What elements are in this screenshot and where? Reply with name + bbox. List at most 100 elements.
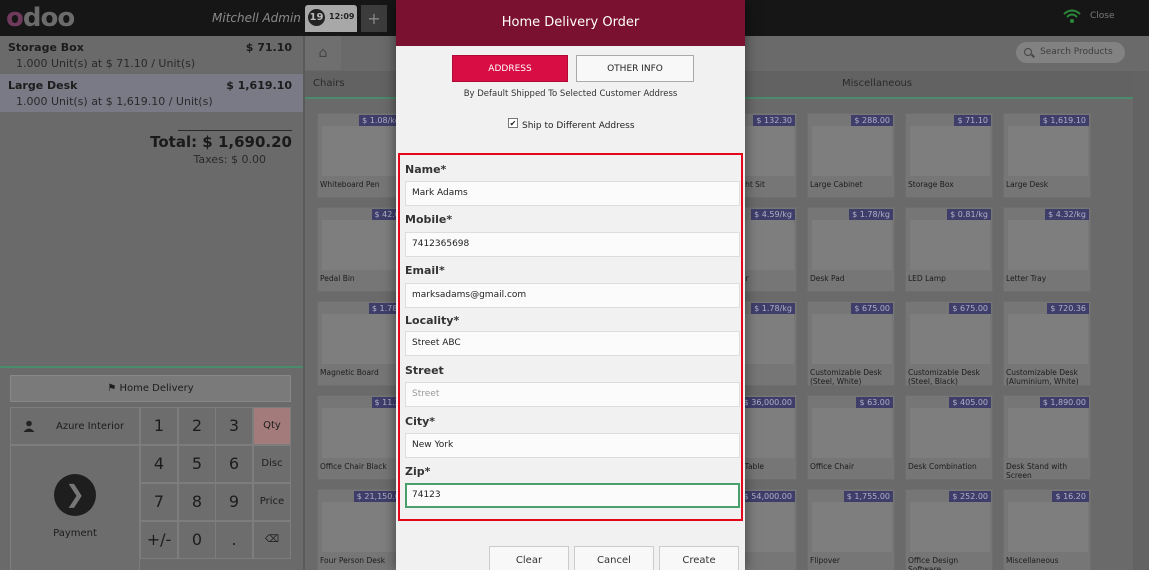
- key-7[interactable]: 7: [140, 483, 178, 521]
- zip-label: Zip*: [405, 465, 431, 478]
- tab-other-info[interactable]: OTHER INFO: [576, 55, 694, 82]
- product-price-tag: $ 63.00: [856, 397, 893, 408]
- key-3[interactable]: 3: [215, 407, 253, 445]
- clear-button[interactable]: Clear: [489, 546, 569, 570]
- product-card[interactable]: $ 4.32/kg Letter Tray: [1003, 207, 1091, 292]
- product-image: [910, 502, 990, 552]
- dialog-title: Home Delivery Order: [396, 0, 745, 46]
- customer-button[interactable]: Azure Interior: [10, 407, 140, 445]
- street-field[interactable]: Street: [405, 382, 740, 407]
- product-card[interactable]: $ 405.00 Desk Combination: [905, 395, 993, 480]
- order-line-selected[interactable]: Large Desk $ 1,619.10 1.000 Unit(s) at $…: [0, 74, 303, 112]
- backspace-button[interactable]: ⌫: [253, 521, 291, 559]
- key-6[interactable]: 6: [215, 445, 253, 483]
- product-image: [910, 408, 990, 458]
- scrollbar[interactable]: [1133, 71, 1149, 570]
- cancel-button[interactable]: Cancel: [574, 546, 654, 570]
- key-5[interactable]: 5: [178, 445, 216, 483]
- product-card[interactable]: $ 21,150.0 Four Person Desk: [317, 489, 405, 570]
- product-card[interactable]: $ 1.78/Magnetic Board: [317, 301, 405, 386]
- product-image: [322, 220, 402, 270]
- key-4[interactable]: 4: [140, 445, 178, 483]
- product-image: [1008, 408, 1088, 458]
- product-card[interactable]: $ 1,619.10 Large Desk: [1003, 113, 1091, 198]
- product-price-tag: $ 0.81/kg: [947, 209, 991, 220]
- product-name: LED Lamp: [908, 274, 946, 283]
- product-image: [812, 126, 892, 176]
- zip-field[interactable]: 74123: [405, 483, 740, 508]
- mobile-field[interactable]: 7412365698: [405, 232, 740, 257]
- product-price-tag: $ 720.36: [1047, 303, 1089, 314]
- order-line-product: Large Desk: [8, 79, 78, 92]
- ship-different-checkbox[interactable]: ✔: [508, 118, 518, 128]
- disc-button[interactable]: Disc: [253, 445, 291, 483]
- product-card[interactable]: $ 720.36 Customizable Desk (Aluminium, Wh…: [1003, 301, 1091, 386]
- order-tab[interactable]: 19 12:09: [305, 5, 357, 32]
- product-image: [812, 220, 892, 270]
- home-delivery-dialog: Home Delivery Order ADDRESS OTHER INFO B…: [396, 0, 745, 570]
- home-icon[interactable]: ⌂: [305, 36, 341, 70]
- order-summary: Total: $ 1,690.20 Taxes: $ 0.00: [150, 130, 292, 166]
- product-image: [322, 126, 402, 176]
- home-delivery-button[interactable]: ⚑ Home Delivery: [10, 375, 291, 402]
- product-name: Office Design Software: [908, 556, 959, 570]
- category-miscellaneous[interactable]: Miscellaneous: [842, 78, 912, 89]
- product-card[interactable]: $ 1.78/kg Desk Pad: [807, 207, 895, 292]
- product-name: Customizable Desk (Steel, Black): [908, 368, 980, 386]
- street-label: Street: [405, 364, 444, 377]
- default-shipping-note: By Default Shipped To Selected Customer …: [463, 89, 678, 99]
- user-icon: [23, 420, 35, 432]
- key-9[interactable]: 9: [215, 483, 253, 521]
- product-card[interactable]: $ 288.00 Large Cabinet: [807, 113, 895, 198]
- product-card[interactable]: $ 1.08/kg Whiteboard Pen: [317, 113, 405, 198]
- product-price-tag: $ 54,000.00: [740, 491, 795, 502]
- name-field[interactable]: Mark Adams: [405, 181, 740, 206]
- product-name: Pedal Bin: [320, 274, 355, 283]
- order-line[interactable]: Storage Box $ 71.10 1.000 Unit(s) at $ 7…: [0, 36, 303, 74]
- mobile-label: Mobile*: [405, 213, 453, 226]
- product-image: [812, 314, 892, 364]
- create-button[interactable]: Create: [659, 546, 739, 570]
- key-2[interactable]: 2: [178, 407, 216, 445]
- order-panel: Storage Box $ 71.10 1.000 Unit(s) at $ 7…: [0, 36, 303, 570]
- cashier-name[interactable]: Mitchell Admin: [212, 11, 301, 25]
- category-chairs[interactable]: Chairs: [313, 78, 345, 89]
- qty-button[interactable]: Qty: [253, 407, 291, 445]
- price-button[interactable]: Price: [253, 483, 291, 521]
- product-card[interactable]: $ 675.00 Customizable Desk (Steel, Black): [905, 301, 993, 386]
- product-name: Letter Tray: [1006, 274, 1047, 283]
- decimal-button[interactable]: .: [215, 521, 253, 559]
- product-card[interactable]: $ 71.10 Storage Box: [905, 113, 993, 198]
- product-card[interactable]: $ 252.00 Office Design Software: [905, 489, 993, 570]
- product-name: Desk Pad: [810, 274, 845, 283]
- product-image: [1008, 502, 1088, 552]
- key-0[interactable]: 0: [178, 521, 216, 559]
- product-price-tag: $ 71.10: [954, 115, 991, 126]
- locality-field[interactable]: Street ABC: [405, 331, 740, 356]
- product-card[interactable]: $ 63.00 Office Chair: [807, 395, 895, 480]
- product-card[interactable]: $ 0.81/kg LED Lamp: [905, 207, 993, 292]
- tab-address[interactable]: ADDRESS: [452, 55, 568, 82]
- order-line-info: 1.000 Unit(s) at $ 1,619.10 / Unit(s): [16, 95, 213, 108]
- email-field[interactable]: marksadams@gmail.com: [405, 283, 740, 308]
- product-name: Office Chair Black: [320, 462, 387, 471]
- product-card[interactable]: $ 1,890.00 Desk Stand with Screen: [1003, 395, 1091, 480]
- product-card[interactable]: $ 1,755.00 Flipover: [807, 489, 895, 570]
- city-field[interactable]: New York: [405, 433, 740, 458]
- product-card[interactable]: $ 16.20 Miscellaneous: [1003, 489, 1091, 570]
- product-card[interactable]: $ 675.00 Customizable Desk (Steel, White): [807, 301, 895, 386]
- product-card[interactable]: $ 42.0 Pedal Bin: [317, 207, 405, 292]
- key-8[interactable]: 8: [178, 483, 216, 521]
- product-price-tag: $ 675.00: [949, 303, 991, 314]
- product-card[interactable]: $ 11.2 Office Chair Black: [317, 395, 405, 480]
- close-button[interactable]: Close: [1090, 11, 1115, 21]
- plus-minus-button[interactable]: +/-: [140, 521, 178, 559]
- payment-label: Payment: [53, 528, 97, 539]
- search-input[interactable]: Search Products: [1016, 42, 1125, 63]
- product-price-tag: $ 1.78/kg: [751, 303, 795, 314]
- product-price-tag: $ 132.30: [753, 115, 795, 126]
- new-order-button[interactable]: +: [361, 5, 387, 32]
- payment-button[interactable]: ❯ Payment: [10, 445, 140, 570]
- key-1[interactable]: 1: [140, 407, 178, 445]
- product-price-tag: $ 1,890.00: [1039, 397, 1089, 408]
